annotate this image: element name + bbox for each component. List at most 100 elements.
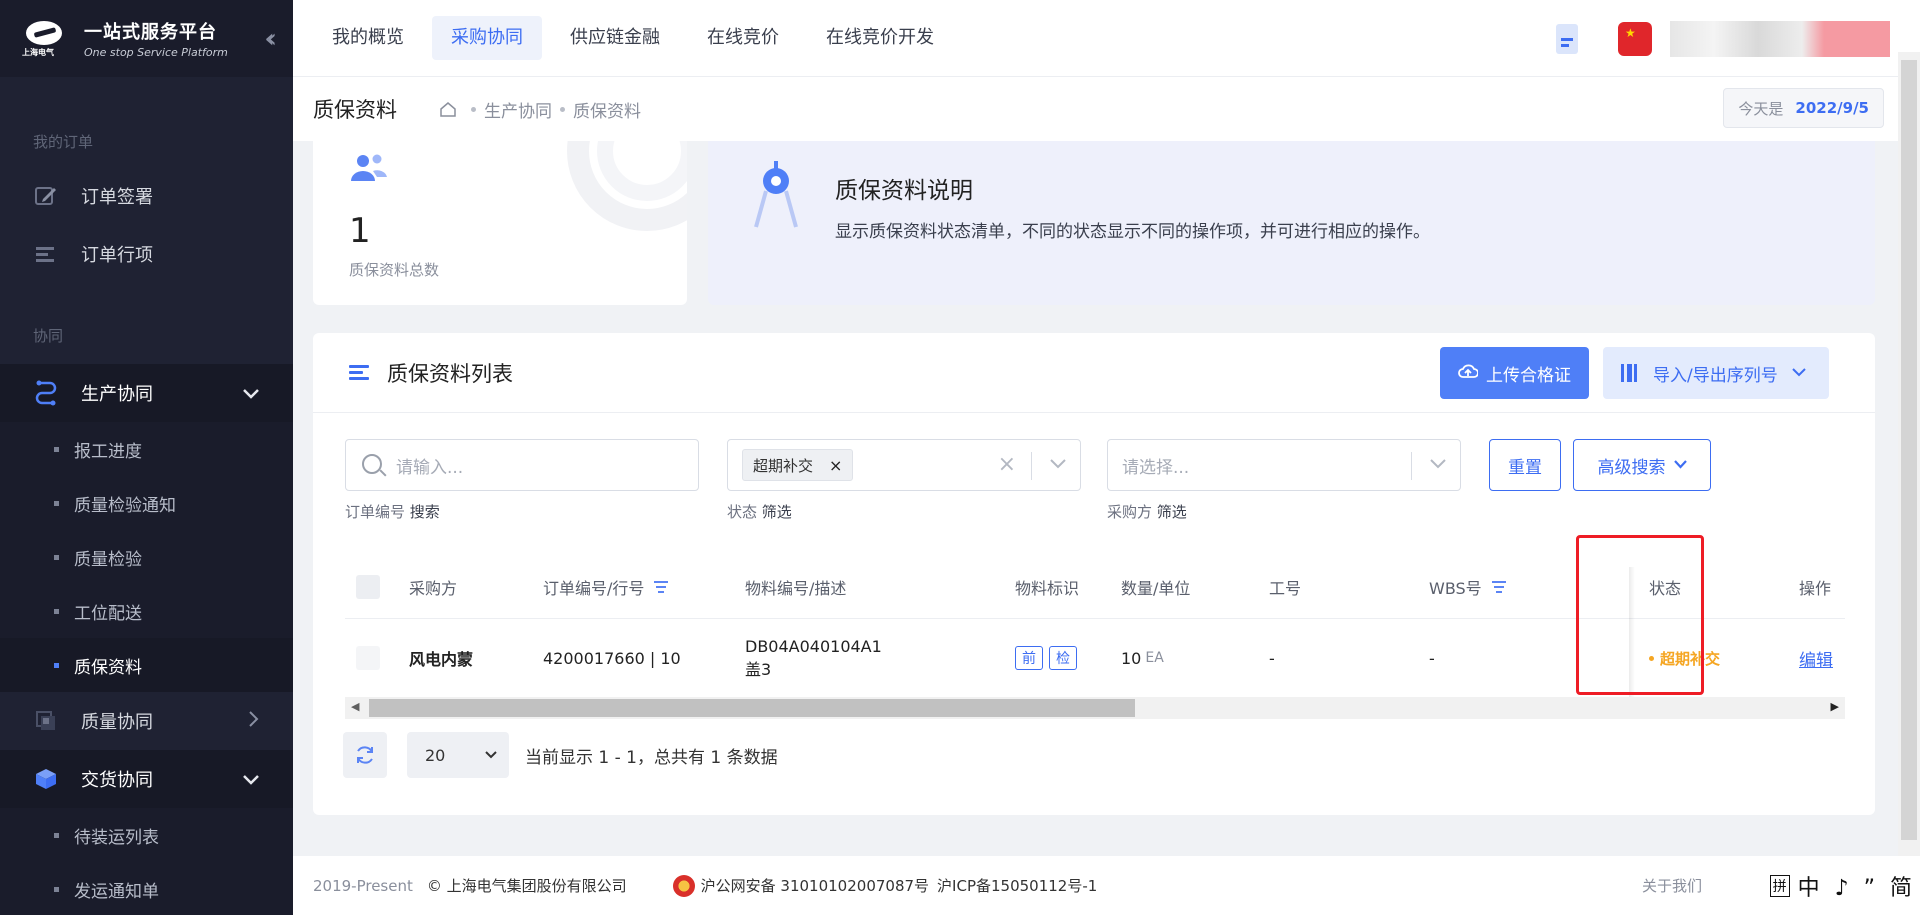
sidebar-item-inspection-notice[interactable]: 质量检验通知 <box>0 476 293 530</box>
company-name: © 上海电气集团股份有限公司 <box>426 877 627 895</box>
chevron-down-icon <box>1792 365 1806 381</box>
section-title-orders: 我的订单 <box>33 133 94 151</box>
pagination: 20 当前显示 1 - 1，总共有 1 条数据 <box>343 732 778 778</box>
stat-card-total: 1 质保资料总数 <box>313 141 687 305</box>
col-material-tag: 物料标识 <box>1015 578 1080 598</box>
advanced-search-button[interactable]: 高级搜索 <box>1573 439 1711 491</box>
sidebar-item-warranty-docs[interactable]: 质保资料 <box>0 638 293 692</box>
col-order[interactable]: 订单编号/行号 <box>543 555 669 618</box>
copyright-years: 2019-Present <box>313 876 413 895</box>
tab-online-bidding-dev[interactable]: 在线竞价开发 <box>807 16 953 60</box>
page-scrollbar-thumb[interactable] <box>1901 60 1917 840</box>
brand-title: 一站式服务平台 <box>84 22 217 43</box>
edit-link[interactable]: 编辑 <box>1799 646 1833 671</box>
tab-overview[interactable]: 我的概览 <box>313 16 423 60</box>
sidebar-group-delivery[interactable]: 交货协同 <box>0 750 293 808</box>
sidebar-group-quality[interactable]: 质量协同 <box>0 692 293 750</box>
search-icon <box>362 454 382 474</box>
brand-logo[interactable]: 上海电气 一站式服务平台 One stop Service Platform ‹… <box>0 0 293 77</box>
top-nav: 我的概览 采购协同 供应链金融 在线竞价 在线竞价开发 <box>293 16 962 60</box>
tag-front: 前 <box>1015 646 1043 670</box>
company-logo-icon: 上海电气 <box>20 19 70 59</box>
tab-supply-chain-finance[interactable]: 供应链金融 <box>551 16 679 60</box>
cell-quantity: 10 EA <box>1121 648 1164 668</box>
list-title-icon <box>349 364 369 381</box>
users-icon <box>349 153 389 187</box>
upload-certificate-button[interactable]: 上传合格证 <box>1440 347 1589 399</box>
buyer-filter-select[interactable]: 请选择... <box>1107 439 1461 491</box>
scrollbar-thumb[interactable] <box>369 699 1135 717</box>
col-wbs[interactable]: WBS号 <box>1429 555 1506 618</box>
sidebar: 上海电气 一站式服务平台 One stop Service Platform ‹… <box>0 0 293 915</box>
sidebar-group-production[interactable]: 生产协同 <box>0 364 293 422</box>
status-hint: 状态 筛选 <box>727 503 792 521</box>
route-icon <box>33 380 59 406</box>
stat-value: 1 <box>349 211 371 251</box>
cell-job-no: - <box>1269 648 1275 668</box>
chevron-right-icon <box>249 711 259 731</box>
list-icon <box>33 241 59 267</box>
annotation-highlight-box <box>1576 535 1704 695</box>
tab-online-bidding[interactable]: 在线竞价 <box>688 16 798 60</box>
page-header: 质保资料 生产协同 质保资料 今天是 2022/9/5 <box>293 77 1898 141</box>
info-title: 质保资料说明 <box>835 178 973 204</box>
filter-icon[interactable] <box>1491 580 1506 593</box>
tab-procurement[interactable]: 采购协同 <box>432 16 542 60</box>
sidebar-item-shipping-notice[interactable]: 发运通知单 <box>0 862 293 915</box>
ime-toolbar[interactable]: 拼 中 ♪ ” 简 <box>1769 868 1920 904</box>
sidebar-item-order-lines[interactable]: 订单行项 <box>0 225 293 283</box>
col-job-no: 工号 <box>1269 578 1302 598</box>
sidebar-item-report-progress[interactable]: 报工进度 <box>0 422 293 476</box>
icp-record[interactable]: 沪ICP备15050112号-1 <box>937 875 1097 896</box>
page-scrollbar[interactable] <box>1898 52 1920 856</box>
col-action: 操作 <box>1799 578 1832 598</box>
breadcrumb: 生产协同 质保资料 <box>439 97 641 122</box>
reset-button[interactable]: 重置 <box>1489 439 1561 491</box>
chevron-down-icon <box>485 748 497 762</box>
brand-subtitle: One stop Service Platform <box>84 46 228 59</box>
row-checkbox[interactable] <box>356 646 380 670</box>
user-account[interactable] <box>1670 20 1890 57</box>
about-us-link[interactable]: 关于我们 <box>1642 875 1702 896</box>
order-search-input[interactable]: 请输入... <box>345 439 699 491</box>
filter-bar: 请输入... 订单编号 搜索 超期补交 × × 状态 筛选 请选择... 采购方… <box>345 439 1845 521</box>
cloud-upload-icon <box>1458 363 1479 383</box>
pinyin-icon[interactable]: 拼 <box>1769 875 1790 897</box>
horizontal-scrollbar[interactable]: ◀ ▶ <box>345 697 1845 719</box>
sidebar-item-station-delivery[interactable]: 工位配送 <box>0 584 293 638</box>
document-icon[interactable] <box>1556 23 1578 54</box>
collapse-sidebar-icon[interactable]: ‹‹ <box>264 24 276 54</box>
tag-inspect: 检 <box>1049 646 1077 670</box>
col-buyer: 采购方 <box>409 578 458 598</box>
scroll-left-icon[interactable]: ◀ <box>351 700 359 713</box>
sidebar-item-pending-shipment[interactable]: 待装运列表 <box>0 808 293 862</box>
cell-material: DB04A040104A1 盖3 <box>745 636 882 679</box>
china-flag-icon[interactable] <box>1618 21 1652 56</box>
status-chip: 超期补交 × <box>742 449 854 481</box>
home-icon[interactable] <box>439 101 457 117</box>
breadcrumb-current: 质保资料 <box>573 101 641 122</box>
clear-icon[interactable]: × <box>998 452 1016 477</box>
chevron-down-icon <box>1430 454 1446 473</box>
compass-icon <box>752 159 800 231</box>
import-export-serial-button[interactable]: 导入/导出序列号 <box>1603 347 1829 399</box>
layers-icon <box>33 708 59 734</box>
cell-order: 4200017660 | 10 <box>543 648 681 668</box>
top-bar: 我的概览 采购协同 供应链金融 在线竞价 在线竞价开发 <box>293 0 1920 77</box>
breadcrumb-production[interactable]: 生产协同 <box>484 97 552 122</box>
page-size-select[interactable]: 20 <box>407 732 509 778</box>
chevron-down-icon <box>1673 458 1687 473</box>
sidebar-item-order-sign[interactable]: 订单签署 <box>0 167 293 225</box>
info-description: 显示质保资料状态清单，不同的状态显示不同的操作项，并可进行相应的操作。 <box>835 222 1430 242</box>
sidebar-item-inspection[interactable]: 质量检验 <box>0 530 293 584</box>
refresh-icon[interactable] <box>343 732 387 778</box>
police-record[interactable]: 沪公网安备 31010102007087号 <box>701 875 929 896</box>
col-material: 物料编号/描述 <box>745 578 847 598</box>
select-all-checkbox[interactable] <box>356 574 380 599</box>
remove-chip-icon[interactable]: × <box>829 456 842 475</box>
scroll-right-icon[interactable]: ▶ <box>1831 700 1839 713</box>
today-date: 今天是 2022/9/5 <box>1723 88 1884 128</box>
filter-icon[interactable] <box>654 580 669 593</box>
status-filter-select[interactable]: 超期补交 × × <box>727 439 1081 491</box>
col-quantity: 数量/单位 <box>1121 578 1191 598</box>
